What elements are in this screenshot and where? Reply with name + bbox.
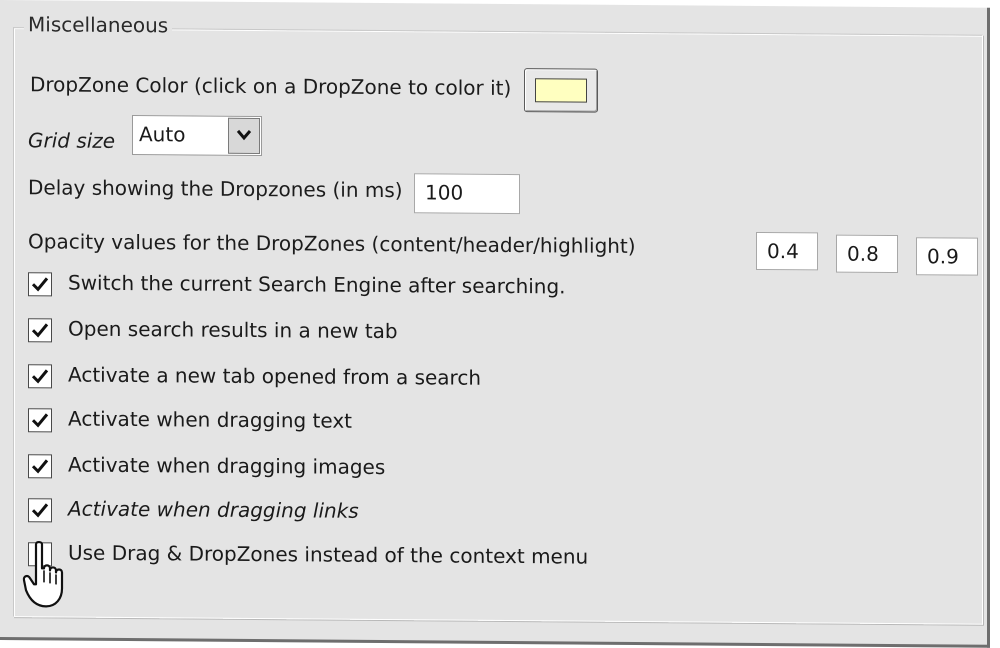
option-label: Activate when dragging text: [68, 406, 353, 433]
checkbox-switch-engine[interactable]: [28, 272, 52, 297]
delay-label: Delay showing the Dropzones (in ms): [28, 175, 403, 203]
options-list: Switch the current Search Engine after s…: [0, 0, 987, 569]
option-label: Open search results in a new tab: [68, 316, 398, 344]
checkbox-activate-new-tab[interactable]: [28, 364, 52, 389]
checkmark-icon: [31, 277, 49, 292]
dropzone-color-button[interactable]: [524, 68, 598, 113]
option-label: Activate when dragging images: [68, 452, 386, 480]
chevron-down-icon[interactable]: [228, 117, 260, 155]
checkbox-open-new-tab[interactable]: [28, 318, 52, 343]
checkmark-icon: [31, 503, 49, 518]
opacity-highlight-input[interactable]: 0.9: [916, 237, 978, 276]
hand-pointer-icon: [22, 540, 70, 614]
checkmark-icon: [31, 413, 49, 428]
checkmark-icon: [31, 459, 49, 474]
opacity-content-input[interactable]: 0.4: [756, 231, 818, 271]
checkbox-drag-links[interactable]: [28, 498, 52, 523]
option-label: Activate a new tab opened from a search: [68, 362, 481, 390]
grid-size-label: Grid size: [28, 128, 116, 153]
group-title: Miscellaneous: [24, 12, 173, 38]
option-label: Use Drag & DropZones instead of the cont…: [68, 540, 589, 569]
opacity-label: Opacity values for the DropZones (conten…: [28, 229, 636, 258]
dropzone-color-label: DropZone Color (click on a DropZone to c…: [30, 72, 512, 101]
delay-input[interactable]: 100: [414, 173, 520, 215]
opacity-header-input[interactable]: 0.8: [836, 234, 898, 274]
checkbox-drag-images[interactable]: [28, 454, 52, 479]
option-label: Activate when dragging links: [68, 496, 359, 523]
options-panel: Miscellaneous DropZone Color (click on a…: [0, 0, 990, 648]
checkbox-drag-text[interactable]: [28, 408, 52, 433]
option-label: Switch the current Search Engine after s…: [68, 270, 566, 299]
grid-size-select[interactable]: Auto: [132, 115, 262, 157]
checkmark-icon: [31, 369, 49, 384]
grid-size-value: Auto: [139, 122, 186, 147]
checkmark-icon: [31, 323, 49, 338]
color-swatch: [535, 78, 587, 103]
